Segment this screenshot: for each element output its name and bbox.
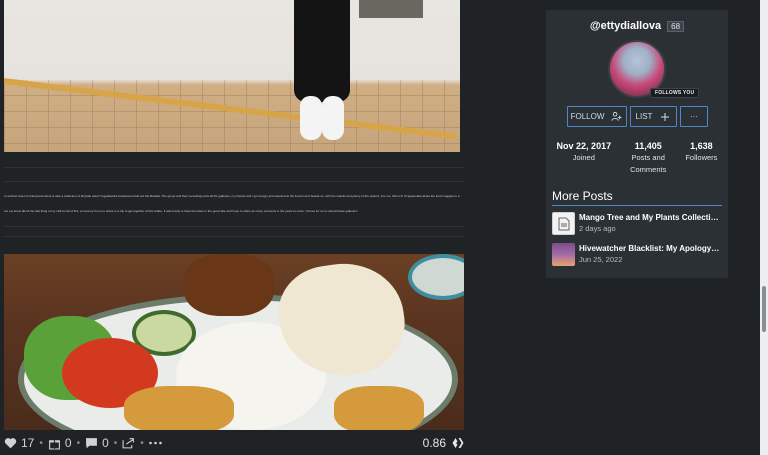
more-post-title: Hivewatcher Blacklist: My Apology to ... <box>579 244 721 253</box>
reblog-icon <box>122 437 135 450</box>
hive-icon <box>451 437 464 450</box>
author-card: @ettydiallova 68 FOLLOWS YOU FOLLOW LIST … <box>546 10 728 278</box>
separator-dot: • <box>39 437 43 449</box>
stat-joined: Nov 22, 2017 Joined <box>557 140 612 176</box>
fried-chicken <box>184 254 274 316</box>
comment-button[interactable]: 0 <box>85 436 109 450</box>
post-content-area: In another level of cutesyness there is … <box>0 0 538 455</box>
post-paragraph: Let me know about the last thing of my v… <box>4 210 358 213</box>
divider <box>4 167 464 168</box>
shoe-right <box>322 96 344 140</box>
more-post-text: Mango Tree and My Plants Collection i...… <box>579 212 721 236</box>
add-user-icon <box>610 110 623 123</box>
side-bowl <box>408 254 464 300</box>
stat-label: Joined <box>572 153 595 162</box>
author-stats: Nov 22, 2017 Joined 11,405 Posts and Com… <box>546 140 728 176</box>
post-thumbnail <box>552 243 575 266</box>
separator-dot: • <box>113 437 118 449</box>
stat-value: 11,405 <box>634 141 662 151</box>
author-actions: FOLLOW LIST ··· <box>567 106 708 127</box>
follows-you-badge: FOLLOWS YOU <box>650 88 700 98</box>
separator-dot: • <box>140 437 144 449</box>
more-post-date: Jun 25, 2022 <box>579 255 623 264</box>
shoe-left <box>300 96 322 140</box>
person-legs <box>294 0 350 102</box>
payout-value: 0.86 <box>422 436 446 450</box>
comment-icon <box>85 437 98 450</box>
author-username[interactable]: @ettydiallova <box>590 20 661 32</box>
gift-count: 0 <box>64 436 72 450</box>
stat-value: 1,638 <box>690 141 713 151</box>
scrollbar-thumb[interactable] <box>762 286 766 332</box>
tip-button[interactable]: 0 <box>48 436 72 450</box>
more-posts-heading: More Posts <box>552 189 722 206</box>
post-image-food-plate[interactable] <box>4 254 464 430</box>
divider <box>4 236 464 237</box>
list-label: LIST <box>635 112 653 121</box>
author-header: @ettydiallova 68 <box>546 20 728 32</box>
upvote-button[interactable]: 17 <box>4 436 34 450</box>
more-post-date: 2 days ago <box>579 224 616 233</box>
stat-posts: 11,405 Posts and Comments <box>624 140 672 176</box>
post-image-gallery-visitor[interactable] <box>4 0 460 152</box>
scrollbar-track[interactable] <box>760 0 768 455</box>
stat-label: Posts and Comments <box>630 153 667 174</box>
divider <box>4 181 464 182</box>
reblog-button[interactable] <box>122 437 135 450</box>
separator-dot: • <box>76 437 81 449</box>
more-post-item[interactable]: Mango Tree and My Plants Collection i...… <box>552 212 724 236</box>
more-label: ··· <box>690 112 698 121</box>
stat-value: Nov 22, 2017 <box>556 141 612 151</box>
follow-label: FOLLOW <box>570 112 605 121</box>
post-paragraph: In another level of cutesyness there is … <box>4 195 460 198</box>
more-post-title: Mango Tree and My Plants Collection i... <box>579 213 721 222</box>
stat-followers: 1,638 Followers <box>685 140 717 176</box>
post-actions-bar: 17 • 0 • 0 • • 0.86 <box>0 431 538 455</box>
follow-button[interactable]: FOLLOW <box>567 106 627 127</box>
document-icon <box>552 212 575 235</box>
gift-icon <box>48 437 61 450</box>
plus-icon <box>658 110 671 123</box>
wall-frame <box>359 0 423 18</box>
stat-label: Followers <box>685 153 718 162</box>
more-post-text: Hivewatcher Blacklist: My Apology to ...… <box>579 243 721 267</box>
more-options-button[interactable] <box>148 437 162 450</box>
more-actions-button[interactable]: ··· <box>680 106 708 127</box>
vote-count: 17 <box>21 436 35 450</box>
fried-fritter <box>334 386 424 430</box>
divider <box>4 226 464 227</box>
more-icon <box>148 437 162 450</box>
fried-fritter <box>124 386 234 430</box>
payout-display[interactable]: 0.86 <box>423 431 464 455</box>
comment-count: 0 <box>102 436 109 450</box>
list-button[interactable]: LIST <box>630 106 677 127</box>
reputation-badge: 68 <box>667 20 685 32</box>
more-post-item[interactable]: Hivewatcher Blacklist: My Apology to ...… <box>552 243 724 267</box>
heart-icon <box>4 437 17 450</box>
